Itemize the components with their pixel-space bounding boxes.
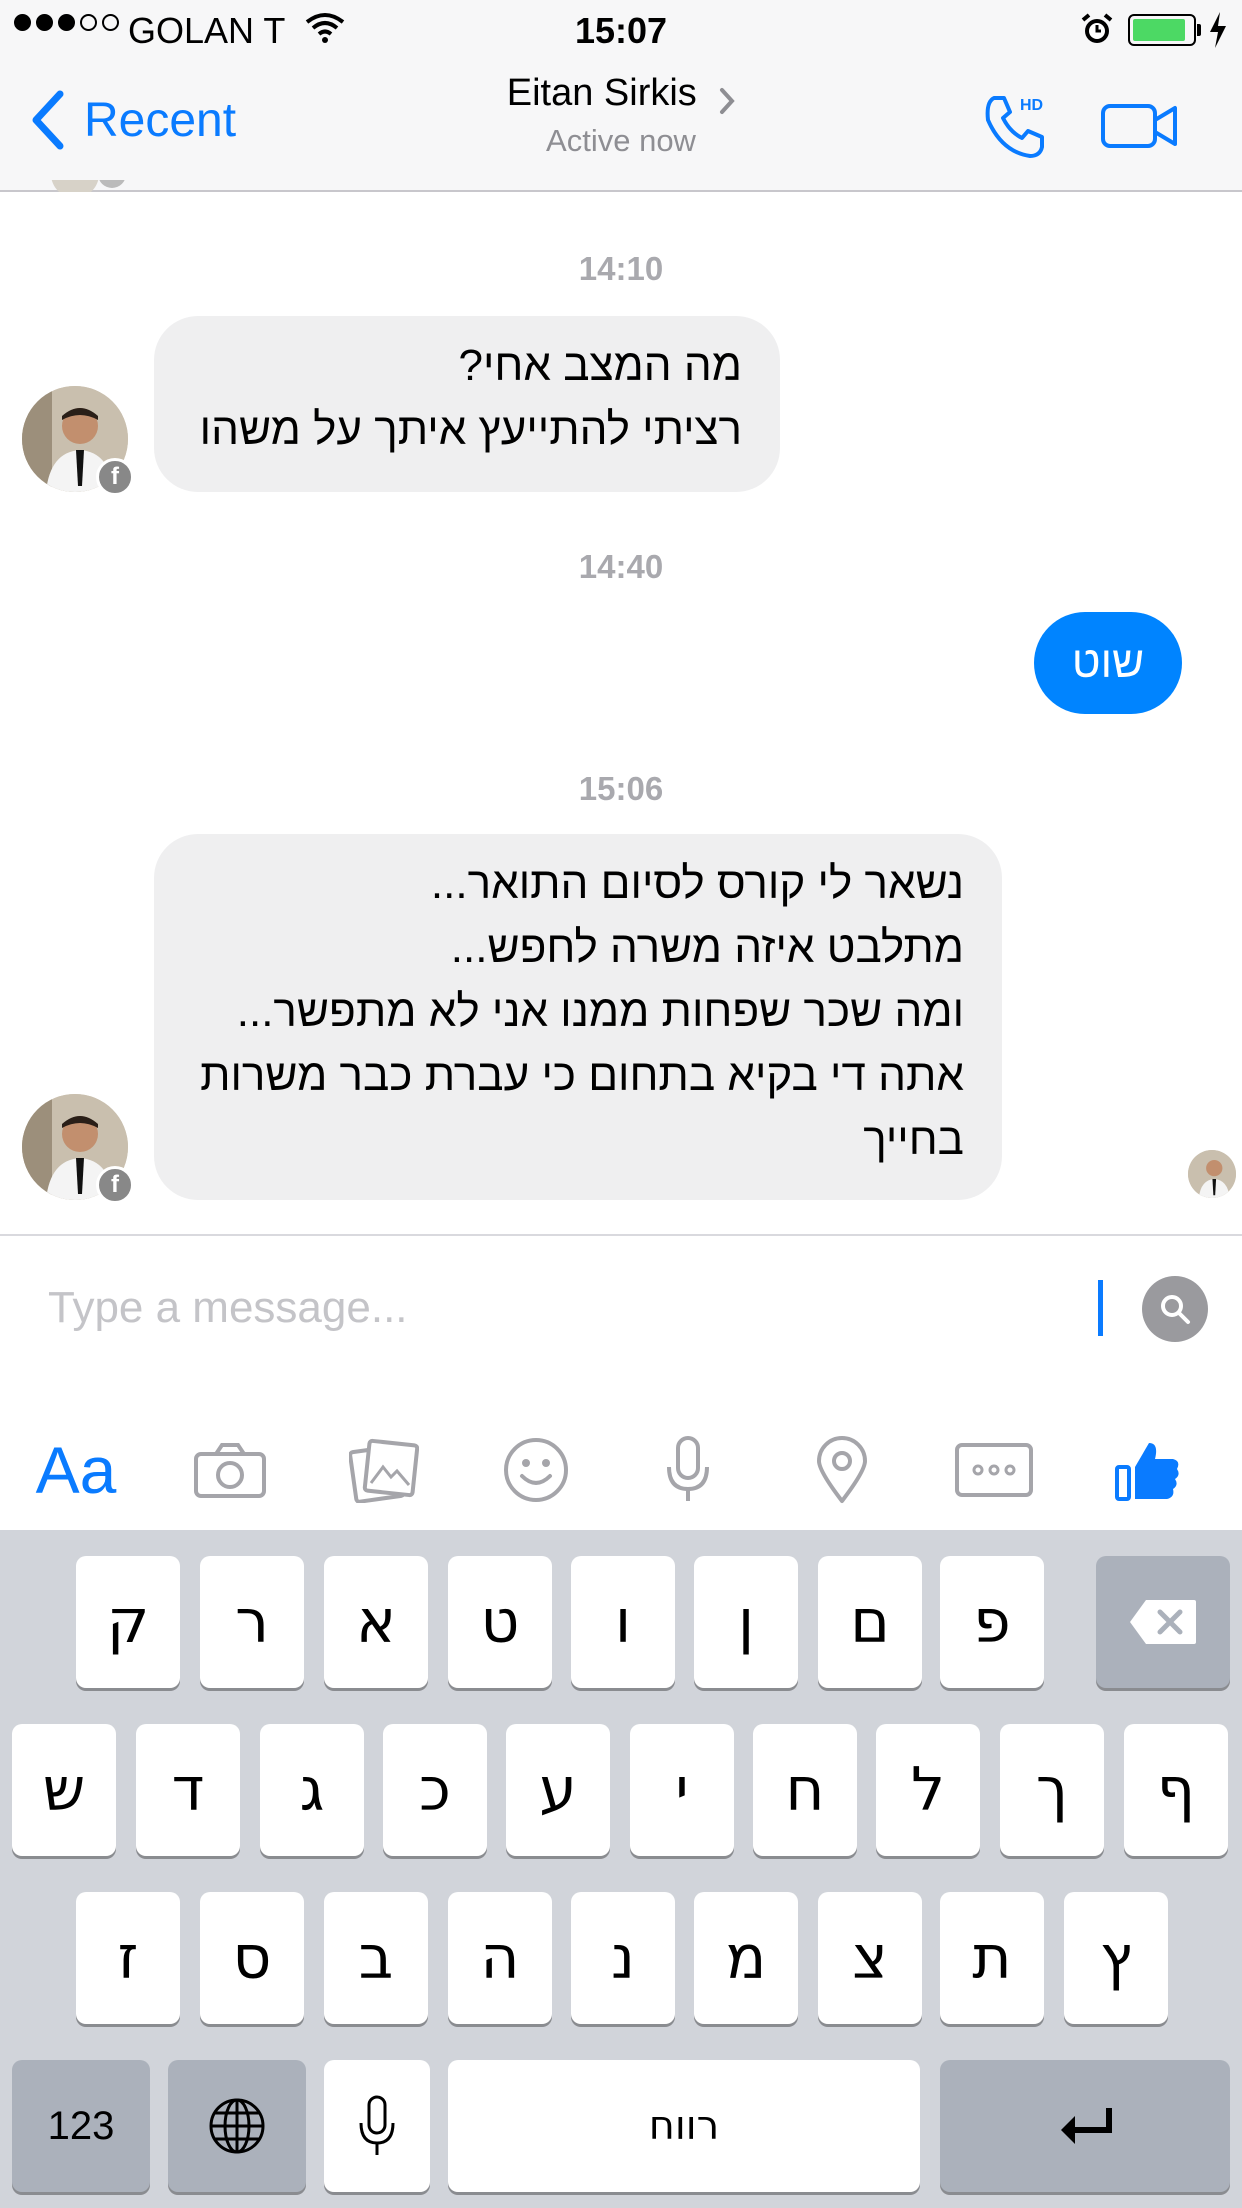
globe-key[interactable] xyxy=(168,2060,306,2192)
search-icon xyxy=(1161,1295,1190,1324)
hd-badge: HD xyxy=(1020,97,1043,114)
key-tet[interactable]: ט xyxy=(448,1556,552,1688)
like-icon xyxy=(1115,1443,1179,1501)
message-line: בחייך xyxy=(863,1115,964,1164)
contact-status: Active now xyxy=(546,123,696,158)
microphone-icon xyxy=(359,2095,395,2155)
key-gimel[interactable]: ג xyxy=(260,1724,364,1856)
battery-cap xyxy=(1197,24,1201,36)
location-button[interactable] xyxy=(792,1420,892,1520)
message-line: אתה די בקיא בתחום כי עברת כבר משרות xyxy=(200,1051,964,1100)
key-yod[interactable]: י xyxy=(630,1724,734,1856)
nav-bar: Recent Eitan Sirkis Active now HD xyxy=(0,60,1242,192)
battery-level xyxy=(1133,19,1186,41)
key-he[interactable]: ה xyxy=(448,1892,552,2024)
key-tav[interactable]: ת xyxy=(940,1892,1044,2024)
text-format-button[interactable]: Aa xyxy=(26,1420,126,1520)
message-timestamp: 14:10 xyxy=(578,250,664,287)
facebook-badge-icon: f xyxy=(96,458,134,496)
text-format-icon: Aa xyxy=(35,1433,117,1507)
message-input[interactable] xyxy=(48,1278,1048,1338)
like-button[interactable] xyxy=(1098,1420,1198,1520)
key-zayin[interactable]: ז xyxy=(76,1892,180,2024)
backspace-icon xyxy=(1130,1600,1196,1644)
key-nun[interactable]: נ xyxy=(571,1892,675,2024)
return-key[interactable] xyxy=(940,2060,1230,2192)
numbers-key[interactable]: 123 xyxy=(12,2060,150,2192)
key-dalet[interactable]: ד xyxy=(136,1724,240,1856)
search-button[interactable] xyxy=(1142,1276,1208,1342)
hebrew-keyboard: ק ר א ט ו ן ם פ ש ד ג כ ע י ח ל ך ף ז ס … xyxy=(0,1530,1242,2208)
return-icon xyxy=(1061,2108,1112,2144)
dictation-key[interactable] xyxy=(324,2060,430,2192)
photo-icon xyxy=(349,1438,419,1503)
contact-name: Eitan Sirkis xyxy=(506,72,697,114)
charging-icon xyxy=(1210,12,1226,48)
key-final-kaf[interactable]: ך xyxy=(1000,1724,1104,1856)
microphone-icon xyxy=(667,1436,709,1501)
key-lamed[interactable]: ל xyxy=(876,1724,980,1856)
key-samekh[interactable]: ס xyxy=(200,1892,304,2024)
key-final-mem[interactable]: ם xyxy=(818,1556,922,1688)
incoming-message-bubble[interactable]: נשאר לי קורס לסיום התואר... מתלבט איזה מ… xyxy=(154,834,1002,1200)
key-qof[interactable]: ק xyxy=(76,1556,180,1688)
conversation-title[interactable]: Eitan Sirkis Active now xyxy=(0,72,1242,159)
emoji-icon xyxy=(504,1438,568,1502)
key-het[interactable]: ח xyxy=(753,1724,857,1856)
key-vav[interactable]: ו xyxy=(571,1556,675,1688)
battery-icon xyxy=(1128,14,1196,46)
camera-icon xyxy=(194,1443,266,1498)
composer-divider xyxy=(0,1234,1242,1236)
status-time: 15:07 xyxy=(574,10,668,51)
alarm-icon xyxy=(1081,13,1113,43)
photos-button[interactable] xyxy=(334,1420,434,1520)
outgoing-message-bubble[interactable]: שוט xyxy=(1034,612,1182,714)
key-ayin[interactable]: ע xyxy=(506,1724,610,1856)
message-line: נשאר לי קורס לסיום התואר... xyxy=(430,859,964,908)
composer-toolbar: Aa xyxy=(0,1400,1242,1530)
space-key[interactable]: רווח xyxy=(448,2060,920,2192)
key-alef[interactable]: א xyxy=(324,1556,428,1688)
video-call-icon[interactable] xyxy=(1100,100,1180,152)
message-timestamp: 15:06 xyxy=(578,770,664,807)
scrolled-avatar-fragment xyxy=(40,180,140,192)
message-line: ומה שכר שפחות ממנו אני לא מתפשר... xyxy=(236,987,964,1036)
globe-icon xyxy=(209,2098,265,2154)
emoji-button[interactable] xyxy=(486,1420,586,1520)
text-cursor xyxy=(1098,1280,1103,1336)
key-bet[interactable]: ב xyxy=(324,1892,428,2024)
status-bar: GOLAN T 15:07 xyxy=(0,0,1242,60)
backspace-key[interactable] xyxy=(1096,1556,1230,1688)
facebook-badge-icon: f xyxy=(96,1166,134,1204)
key-resh[interactable]: ר xyxy=(200,1556,304,1688)
message-line: מתלבט איזה משרה לחפש... xyxy=(450,923,964,972)
key-mem[interactable]: מ xyxy=(694,1892,798,2024)
chevron-right-icon xyxy=(720,87,735,114)
key-kaf[interactable]: כ xyxy=(383,1724,487,1856)
key-final-pe[interactable]: ף xyxy=(1124,1724,1228,1856)
location-icon xyxy=(817,1436,867,1503)
camera-button[interactable] xyxy=(180,1420,280,1520)
key-tsadi[interactable]: צ xyxy=(818,1892,922,2024)
key-pe[interactable]: פ xyxy=(940,1556,1044,1688)
seen-by-avatar xyxy=(1188,1150,1236,1198)
more-icon xyxy=(955,1443,1033,1497)
message-line: רציתי להתייעץ איתך על משהו xyxy=(199,405,742,454)
key-final-nun[interactable]: ן xyxy=(694,1556,798,1688)
phone-call-icon[interactable]: HD xyxy=(980,90,1052,162)
key-final-tsadi[interactable]: ץ xyxy=(1064,1892,1168,2024)
key-shin[interactable]: ש xyxy=(12,1724,116,1856)
voice-record-button[interactable] xyxy=(638,1420,738,1520)
message-timestamp: 14:40 xyxy=(578,548,664,585)
message-line: מה המצב אחי? xyxy=(458,341,742,390)
incoming-message-bubble[interactable]: מה המצב אחי? רציתי להתייעץ איתך על משהו xyxy=(154,316,780,492)
more-button[interactable] xyxy=(944,1420,1044,1520)
